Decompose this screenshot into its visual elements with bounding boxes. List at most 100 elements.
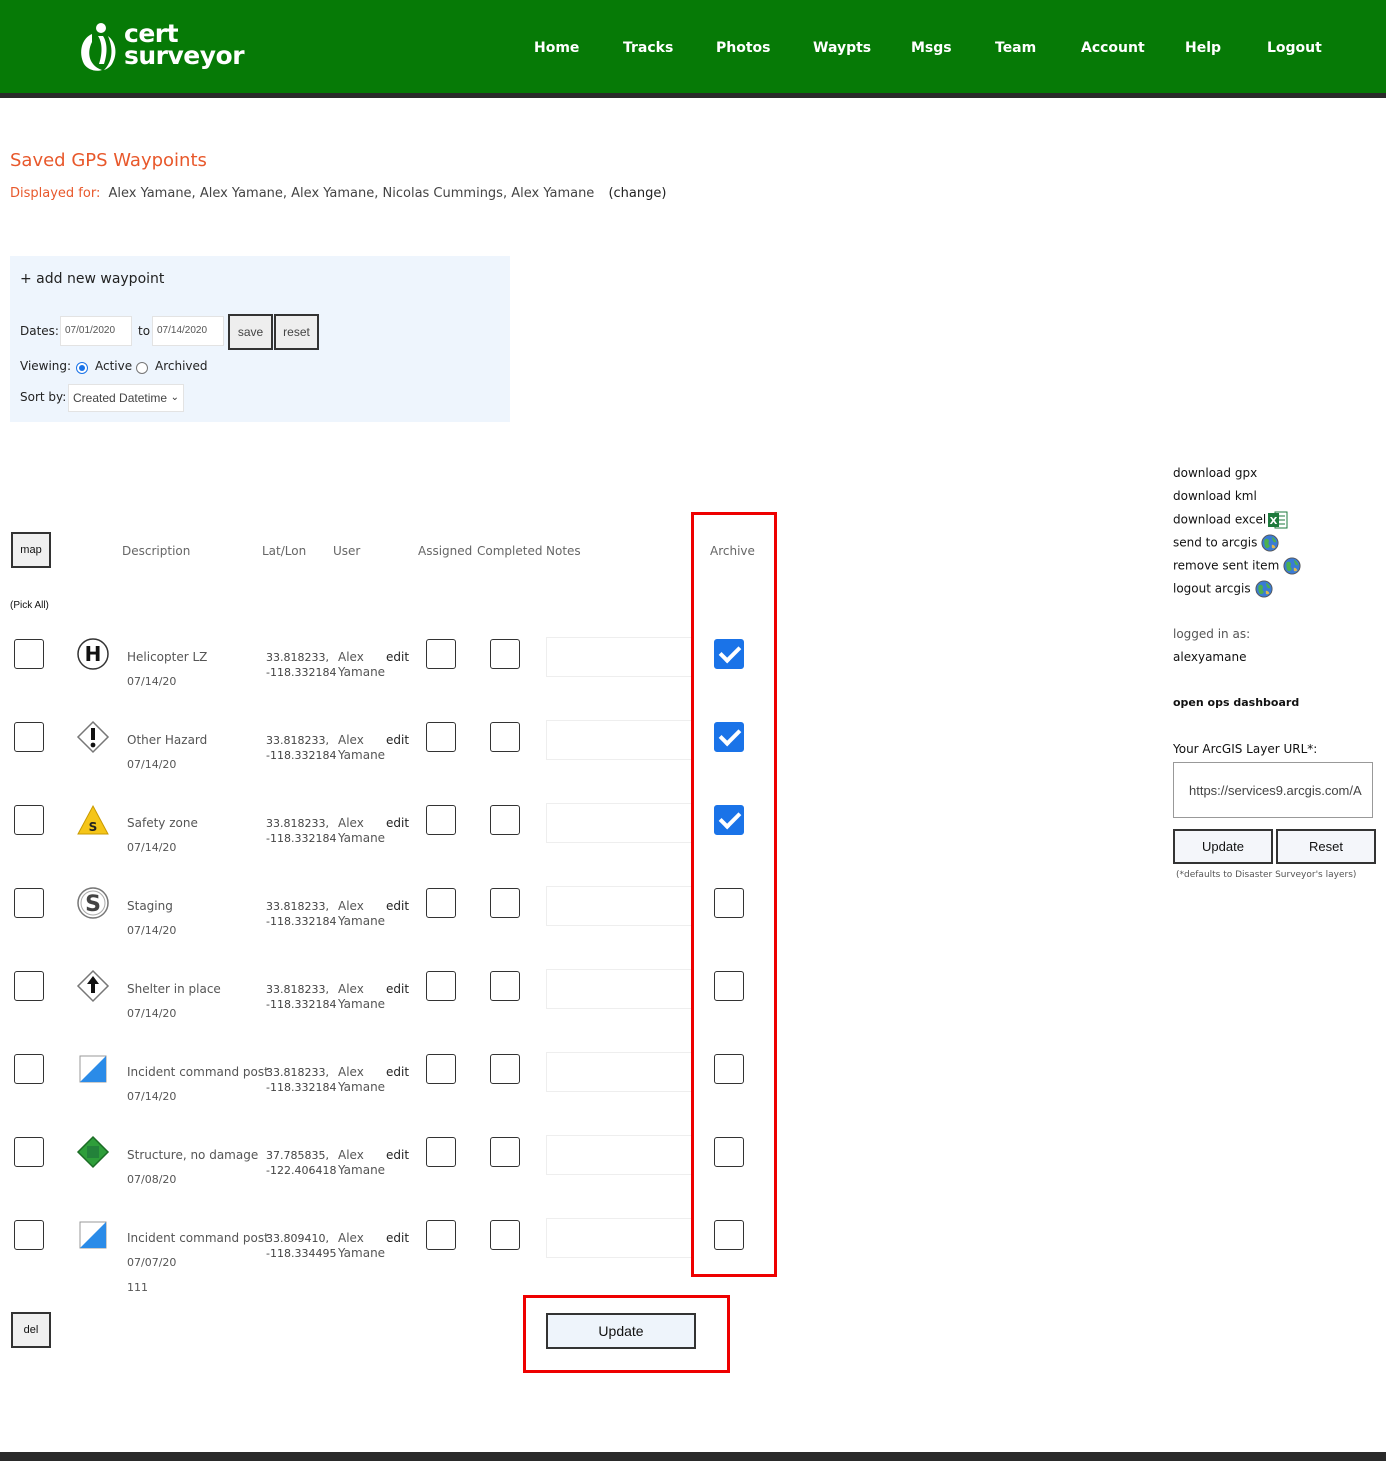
sortby-select[interactable]: Created Datetime ⌄ xyxy=(68,384,184,412)
completed-checkbox[interactable] xyxy=(490,639,520,669)
arcgis-update-button[interactable]: Update xyxy=(1173,829,1273,864)
table-row: Incident command post 07/14/20 33.818233… xyxy=(0,1052,800,1135)
waypoint-user: Alex Yamane xyxy=(338,733,385,763)
remove-sent-item-link[interactable]: remove sent item xyxy=(1173,557,1301,575)
row-select-checkbox[interactable] xyxy=(14,1220,44,1250)
assigned-checkbox[interactable] xyxy=(426,639,456,669)
row-select-checkbox[interactable] xyxy=(14,1054,44,1084)
completed-checkbox[interactable] xyxy=(490,722,520,752)
row-select-checkbox[interactable] xyxy=(14,1137,44,1167)
download-excel-link[interactable]: download excel X xyxy=(1173,511,1288,529)
notes-input[interactable] xyxy=(546,1218,692,1258)
edit-link[interactable]: edit xyxy=(386,733,409,747)
user-last: Yamane xyxy=(338,1246,386,1260)
edit-link[interactable]: edit xyxy=(386,1148,409,1162)
edit-link[interactable]: edit xyxy=(386,899,409,913)
notes-input[interactable] xyxy=(546,969,692,1009)
table-row: Other Hazard 07/14/20 33.818233, -118.332… xyxy=(0,720,800,803)
notes-input[interactable] xyxy=(546,720,692,760)
edit-link[interactable]: edit xyxy=(386,650,409,664)
viewing-archived-radio[interactable] xyxy=(136,362,148,374)
nav-msgs[interactable]: Msgs xyxy=(911,40,952,56)
nav-home[interactable]: Home xyxy=(534,40,579,56)
nav-help[interactable]: Help xyxy=(1185,40,1221,56)
viewing-label: Viewing: xyxy=(20,359,72,373)
nav-account[interactable]: Account xyxy=(1081,40,1145,56)
arcgis-url-input[interactable]: https://services9.arcgis.com/A xyxy=(1173,762,1373,818)
arcgis-reset-button[interactable]: Reset xyxy=(1276,829,1376,864)
table-row: S Safety zone 07/14/20 33.818233, -118.33… xyxy=(0,803,800,886)
notes-input[interactable] xyxy=(546,1052,692,1092)
assigned-checkbox[interactable] xyxy=(426,805,456,835)
logo-text-surveyor: surveyor xyxy=(124,41,245,70)
waypoint-date: 07/14/20 xyxy=(127,841,177,854)
assigned-checkbox[interactable] xyxy=(426,722,456,752)
user-last: Yamane xyxy=(338,748,386,762)
waypoint-user: Alex Yamane xyxy=(338,1148,385,1178)
update-button-highlight xyxy=(523,1295,730,1373)
row-select-checkbox[interactable] xyxy=(14,722,44,752)
latitude: 33.818233, xyxy=(266,983,329,996)
waypoint-description: Incident command post xyxy=(127,1231,269,1245)
open-ops-dashboard-link[interactable]: open ops dashboard xyxy=(1173,696,1299,709)
row-select-checkbox[interactable] xyxy=(14,971,44,1001)
reset-dates-button[interactable]: reset xyxy=(274,314,319,350)
completed-checkbox[interactable] xyxy=(490,1220,520,1250)
cert-surveyor-logo[interactable]: cert surveyor xyxy=(76,20,246,76)
waypoint-latlon: 33.818233, -118.332184 xyxy=(266,650,336,680)
user-last: Yamane xyxy=(338,914,386,928)
notes-input[interactable] xyxy=(546,637,692,677)
row-select-checkbox[interactable] xyxy=(14,639,44,669)
date-to-input[interactable]: 07/14/2020 xyxy=(152,316,224,346)
map-button[interactable]: map xyxy=(11,532,51,568)
edit-link[interactable]: edit xyxy=(386,982,409,996)
completed-checkbox[interactable] xyxy=(490,888,520,918)
assigned-checkbox[interactable] xyxy=(426,888,456,918)
nav-team[interactable]: Team xyxy=(995,40,1036,56)
assigned-checkbox[interactable] xyxy=(426,1220,456,1250)
pick-all-link[interactable]: (Pick All) xyxy=(10,600,49,611)
structure-icon xyxy=(76,1135,110,1169)
completed-checkbox[interactable] xyxy=(490,971,520,1001)
assigned-checkbox[interactable] xyxy=(426,1054,456,1084)
svg-text:H: H xyxy=(85,642,102,666)
notes-input[interactable] xyxy=(546,803,692,843)
save-dates-button[interactable]: save xyxy=(228,314,273,350)
nav-photos[interactable]: Photos xyxy=(716,40,771,56)
download-kml-link[interactable]: download kml xyxy=(1173,489,1257,503)
completed-checkbox[interactable] xyxy=(490,1054,520,1084)
edit-link[interactable]: edit xyxy=(386,1065,409,1079)
waypoint-user: Alex Yamane xyxy=(338,1065,385,1095)
waypoint-date: 07/14/20 xyxy=(127,758,177,771)
edit-link[interactable]: edit xyxy=(386,816,409,830)
row-select-checkbox[interactable] xyxy=(14,888,44,918)
latitude: 33.809410, xyxy=(266,1232,329,1245)
nav-waypts[interactable]: Waypts xyxy=(813,40,871,56)
waypoint-user: Alex Yamane xyxy=(338,1231,385,1261)
viewing-active-radio[interactable] xyxy=(76,362,88,374)
notes-input[interactable] xyxy=(546,1135,692,1175)
filter-panel: + add new waypoint Dates: 07/01/2020 to … xyxy=(10,256,510,422)
nav-tracks[interactable]: Tracks xyxy=(623,40,673,56)
page-title: Saved GPS Waypoints xyxy=(10,150,207,171)
add-waypoint-link[interactable]: + add new waypoint xyxy=(20,271,164,287)
assigned-checkbox[interactable] xyxy=(426,971,456,1001)
download-gpx-link[interactable]: download gpx xyxy=(1173,466,1257,480)
waypoint-user: Alex Yamane xyxy=(338,650,385,680)
send-to-arcgis-link[interactable]: send to arcgis xyxy=(1173,534,1279,552)
row-select-checkbox[interactable] xyxy=(14,805,44,835)
date-from-input[interactable]: 07/01/2020 xyxy=(60,316,132,346)
sortby-value: Created Datetime xyxy=(73,391,168,405)
nav-logout[interactable]: Logout xyxy=(1267,40,1322,56)
change-link[interactable]: (change) xyxy=(608,186,666,201)
assigned-checkbox[interactable] xyxy=(426,1137,456,1167)
notes-input[interactable] xyxy=(546,886,692,926)
delete-button[interactable]: del xyxy=(11,1312,51,1348)
logout-arcgis-link[interactable]: logout arcgis xyxy=(1173,580,1273,598)
completed-checkbox[interactable] xyxy=(490,1137,520,1167)
waypoint-date: 07/08/20 xyxy=(127,1173,177,1186)
edit-link[interactable]: edit xyxy=(386,1231,409,1245)
user-first: Alex xyxy=(338,1231,364,1245)
longitude: -118.334495 xyxy=(266,1247,337,1260)
completed-checkbox[interactable] xyxy=(490,805,520,835)
